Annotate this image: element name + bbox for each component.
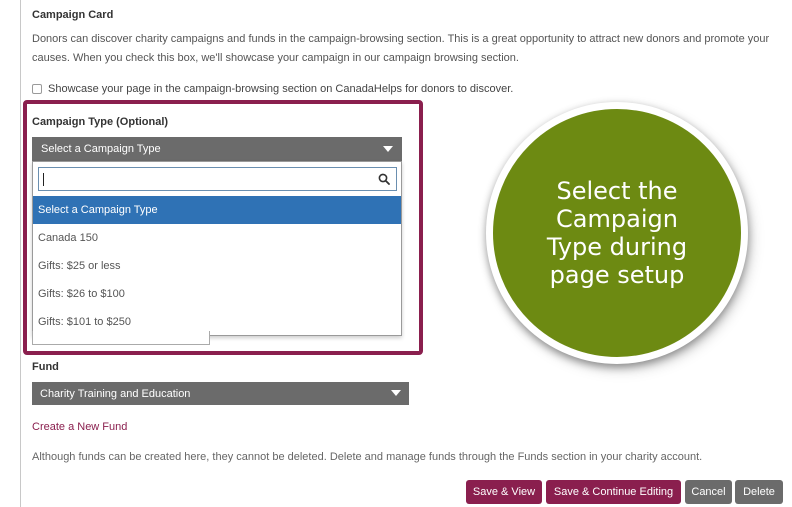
callout-bubble: Select the Campaign Type during page set… [486,102,748,364]
delete-button[interactable]: Delete [735,480,783,504]
create-fund-link[interactable]: Create a New Fund [32,421,127,433]
showcase-checkbox[interactable] [32,84,42,94]
save-view-button[interactable]: Save & View [466,480,542,504]
campaign-card-title: Campaign Card [32,9,114,21]
highlight-frame [23,100,423,355]
chevron-down-icon [391,390,401,396]
fund-select[interactable]: Charity Training and Education [32,382,409,405]
fund-selected-value: Charity Training and Education [40,387,191,400]
cancel-button[interactable]: Cancel [685,480,732,504]
campaign-card-description: Donors can discover charity campaigns an… [32,33,770,64]
fund-note: Although funds can be created here, they… [32,451,703,463]
showcase-checkbox-row[interactable]: Showcase your page in the campaign-brows… [32,83,513,95]
showcase-checkbox-label: Showcase your page in the campaign-brows… [48,83,514,95]
callout-text: Select the Campaign Type during page set… [546,177,688,289]
save-continue-button[interactable]: Save & Continue Editing [546,480,681,504]
fund-label: Fund [32,361,59,373]
